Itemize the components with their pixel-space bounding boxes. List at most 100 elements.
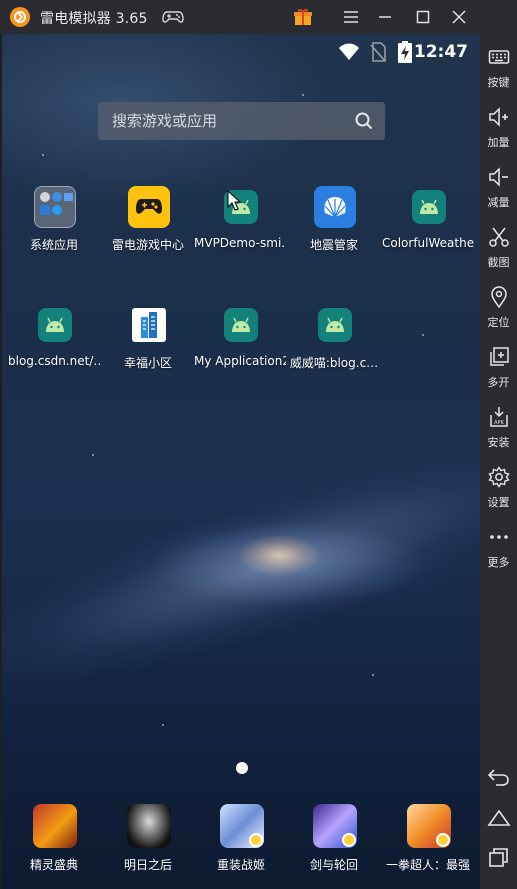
sidebar-item-screenshot[interactable]: 截图 — [480, 220, 517, 278]
emulator-sidebar: 按键 加量 减量 截图 定位 多开 APK 安装 设置 更多 — [480, 0, 517, 889]
location-icon — [491, 286, 507, 308]
app-colorfulweather[interactable]: ColorfulWeather — [382, 186, 474, 276]
app-label: blog.csdn.net/… — [8, 354, 100, 368]
game-icon — [313, 804, 357, 848]
page-indicator-dot[interactable] — [236, 762, 248, 774]
wifi-icon — [339, 43, 359, 60]
battery-charging-icon — [398, 41, 412, 63]
home-button[interactable] — [486, 805, 512, 831]
app-label: 精灵盛典 — [29, 858, 78, 872]
app-happy-community[interactable]: 幸福小区 — [102, 304, 194, 394]
dock-app-heavy-armor-girls[interactable]: 重装战姬 — [195, 804, 287, 874]
gift-badge-icon — [249, 833, 263, 847]
back-icon — [487, 769, 509, 786]
gift-badge-icon — [436, 833, 450, 847]
app-game-center[interactable]: 雷电游戏中心 — [102, 186, 194, 276]
star — [422, 334, 424, 336]
game-icon — [33, 804, 77, 848]
dock-app-one-punch-man[interactable]: 一拳超人：最强 — [382, 804, 474, 874]
star — [302, 94, 304, 96]
search-input[interactable] — [98, 102, 338, 140]
sidebar-item-location[interactable]: 定位 — [480, 280, 517, 338]
gamepad-icon[interactable] — [160, 5, 186, 29]
search-icon[interactable] — [355, 112, 373, 130]
multi-instance-icon — [490, 347, 509, 366]
app-earthquake-manager[interactable]: 地震管家 — [288, 186, 380, 276]
app-label: 地震管家 — [309, 238, 358, 252]
dock-app-lifeafter[interactable]: 明日之后 — [102, 804, 194, 874]
app-label: ColorfulWeather — [382, 236, 474, 250]
scissors-icon — [489, 227, 509, 247]
android-home-screen[interactable]: 12:47 系统应用 雷电游戏中心 — [2, 34, 480, 889]
more-dots-icon — [490, 535, 508, 539]
dock-app-sword-and-samsara[interactable]: 剑与轮回 — [288, 804, 380, 874]
game-icon — [127, 804, 171, 848]
sidebar-label: 定位 — [487, 316, 510, 329]
sidebar-label: 按键 — [487, 76, 510, 89]
building-icon — [132, 308, 166, 342]
ldplayer-logo-icon — [10, 7, 30, 27]
gamepad-icon — [128, 186, 170, 228]
sidebar-label: 设置 — [487, 496, 510, 509]
star — [92, 454, 94, 456]
window-title: 雷电模拟器 3.65 — [40, 11, 148, 27]
emulator-window: 雷电模拟器 3.65 12:47 搜索游戏或应用 系统应用 雷电游戏中心 MVP… — [0, 0, 517, 889]
gift-badge-icon — [342, 833, 356, 847]
app-label: 幸福小区 — [123, 356, 172, 370]
game-icon — [220, 804, 264, 848]
sidebar-label: 加量 — [487, 136, 510, 149]
recent-apps-icon — [489, 848, 508, 867]
search-bar[interactable] — [98, 102, 385, 140]
maximize-icon[interactable] — [410, 5, 436, 29]
app-label: 明日之后 — [123, 858, 172, 872]
app-label: 雷电游戏中心 — [111, 238, 184, 252]
gift-icon[interactable] — [290, 5, 316, 29]
app-label: 一拳超人：最强 — [385, 858, 470, 872]
app-label: 系统应用 — [29, 238, 78, 252]
android-icon — [38, 308, 72, 342]
sidebar-label: 多开 — [487, 376, 510, 389]
sidebar-item-more[interactable]: 更多 — [480, 520, 517, 578]
sidebar-item-settings[interactable]: 设置 — [480, 460, 517, 518]
sidebar-item-multi-instance[interactable]: 多开 — [480, 340, 517, 398]
status-bar: 12:47 — [2, 34, 480, 70]
app-system-apps[interactable]: 系统应用 — [8, 186, 100, 276]
sidebar-item-keymap[interactable]: 按键 — [480, 40, 517, 98]
dock-app-elf-festival[interactable]: 精灵盛典 — [8, 804, 100, 874]
app-mvpdemo[interactable]: MVPDemo-smi… — [194, 186, 286, 276]
minimize-icon[interactable] — [372, 5, 398, 29]
volume-up-icon — [489, 107, 508, 127]
svg-text:APK: APK — [494, 420, 504, 426]
recent-apps-button[interactable] — [486, 845, 512, 871]
app-label: 剑与轮回 — [309, 858, 358, 872]
app-weiweimiao-blog[interactable]: 威威喵:blog.c… — [288, 304, 380, 394]
sidebar-item-install-apk[interactable]: APK 安装 — [480, 400, 517, 458]
wallpaper-galaxy — [2, 408, 480, 730]
sidebar-label: 减量 — [487, 196, 510, 209]
status-time: 12:47 — [413, 42, 468, 62]
mouse-cursor-icon — [227, 190, 241, 211]
menu-icon[interactable] — [338, 5, 364, 29]
sidebar-item-volume-down[interactable]: 减量 — [480, 160, 517, 218]
close-icon[interactable] — [446, 5, 472, 29]
app-label: My Application2 — [194, 354, 286, 368]
gear-icon — [488, 466, 510, 488]
game-icon — [407, 804, 451, 848]
android-icon — [412, 190, 446, 224]
android-icon — [224, 308, 258, 342]
apk-install-icon: APK — [490, 407, 508, 427]
shell-icon — [314, 186, 356, 228]
android-icon — [318, 308, 352, 342]
back-button[interactable] — [486, 764, 512, 790]
app-label: MVPDemo-smi… — [194, 236, 286, 250]
home-icon — [487, 809, 511, 826]
folder-icon — [34, 186, 76, 228]
sidebar-label: 更多 — [487, 556, 510, 569]
app-blog-csdn[interactable]: blog.csdn.net/… — [8, 304, 100, 394]
app-my-application2[interactable]: My Application2 — [194, 304, 286, 394]
no-sim-icon — [370, 42, 386, 62]
sidebar-label: 截图 — [487, 256, 510, 269]
sidebar-item-volume-up[interactable]: 加量 — [480, 100, 517, 158]
app-label: 重装战姬 — [216, 858, 265, 872]
app-label: 威威喵:blog.c… — [289, 356, 379, 370]
